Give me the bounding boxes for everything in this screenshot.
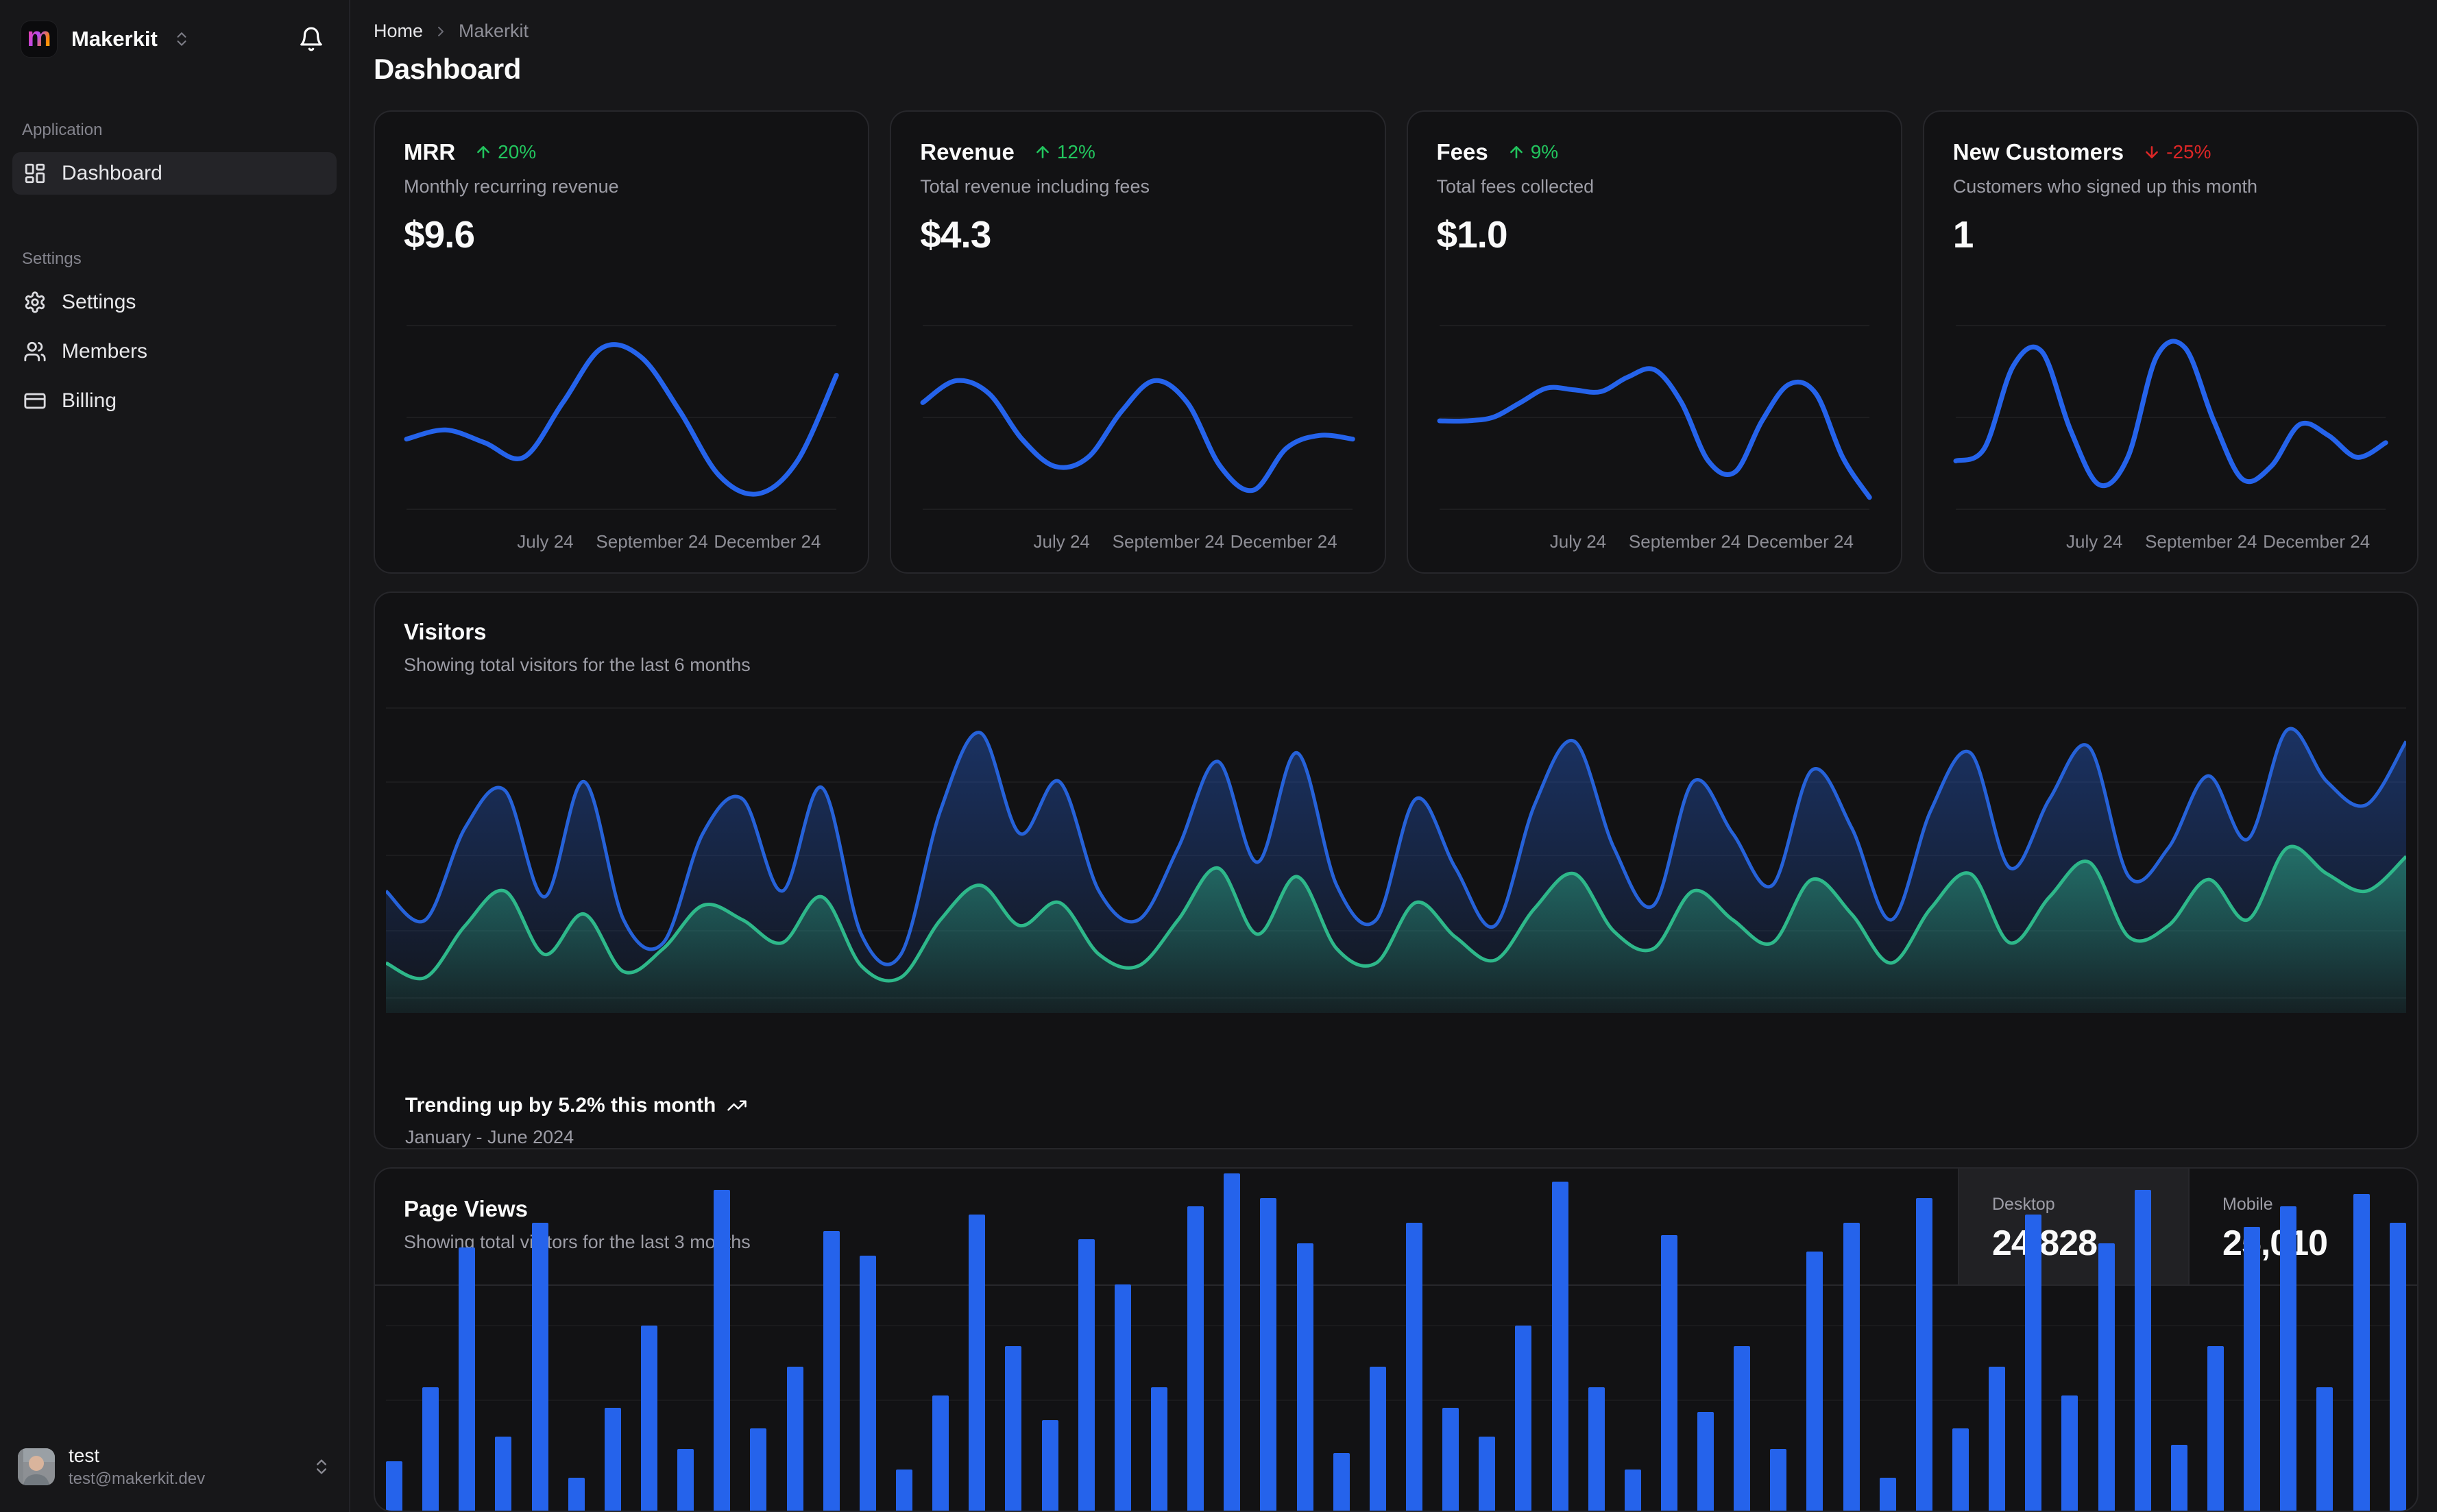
visitors-card: Visitors Showing total visitors for the … [374,592,2418,1149]
sparkline-chart: July 24 September 24 December 24 [404,280,839,554]
user-name: test [69,1445,100,1466]
makerkit-logo: m [21,21,58,58]
sidebar: m Makerkit Application Dashboard Setting… [0,0,350,1512]
breadcrumb-current: Makerkit [459,21,529,41]
visitors-trend-line: Trending up by 5.2% this month [405,1094,2387,1117]
stat-title: MRR [404,139,456,164]
page-views-subtitle: Showing total visitors for the last 3 mo… [404,1232,751,1252]
avatar [18,1448,55,1485]
stat-value: 1 [1952,213,1974,256]
stat-description: Monthly recurring revenue [404,176,619,197]
chevron-right-icon [433,23,449,40]
sidebar-item-label: Settings [62,291,136,313]
visitors-title: Visitors [404,619,487,644]
trend-badge: 12% [1034,141,1095,163]
stat-card-revenue: Revenue 12% Total revenue including fees… [890,110,1386,574]
stat-description: Total fees collected [1436,176,1595,197]
stat-title: Revenue [920,139,1015,164]
dashboard-grid-icon [25,163,45,184]
sidebar-item-settings[interactable]: Settings [12,281,337,324]
nav-section-application: Application Dashboard [12,121,337,195]
users-icon [24,341,46,362]
toggle-mobile[interactable]: Mobile 25,010 [2188,1169,2417,1284]
nav-section-settings: Settings Settings Members Billing [12,249,337,422]
sidebar-item-label: Dashboard [62,162,162,184]
stat-value: $9.6 [404,213,475,256]
sidebar-item-members[interactable]: Members [12,330,337,373]
trending-up-icon [727,1100,747,1111]
sparkline-x-axis: July 24 September 24 December 24 [2066,531,2371,552]
stat-card-mrr: MRR 20% Monthly recurring revenue $9.6 J… [374,110,870,574]
breadcrumb-home-link[interactable]: Home [374,21,423,42]
breadcrumb: Home Makerkit [374,21,2418,42]
user-menu[interactable]: test test@makerkit.dev [12,1441,337,1493]
page-views-card: Page Views Showing total visitors for th… [374,1167,2418,1512]
sparkline-x-axis: July 24 September 24 December 24 [1549,531,1854,552]
trend-badge: 20% [474,141,536,163]
stat-card-new-customers: New Customers -25% Customers who signed … [1922,110,2418,574]
section-label-application: Application [22,121,103,139]
toggle-value: 24,828 [1992,1223,2098,1263]
toggle-label: Desktop [1992,1195,2055,1214]
sidebar-item-billing[interactable]: Billing [12,380,337,422]
section-label-settings: Settings [22,249,82,268]
gear-icon [25,291,45,313]
visitors-date-range: January - June 2024 [405,1127,574,1147]
workspace-switcher[interactable]: m Makerkit [12,21,337,58]
bell-icon [300,27,322,51]
credit-card-icon [24,393,46,409]
page-views-title: Page Views [404,1196,529,1221]
arrow-up-icon [477,146,490,158]
stat-description: Customers who signed up this month [1952,176,2257,197]
user-email: test@makerkit.dev [69,1470,206,1488]
sparkline-x-axis: July 24 September 24 December 24 [517,531,821,552]
stat-description: Total revenue including fees [920,176,1150,197]
arrow-up-icon [1036,146,1049,158]
toggle-desktop[interactable]: Desktop 24,828 [1959,1169,2188,1284]
arrow-down-icon [2146,146,2159,158]
trend-badge: 9% [1507,141,1558,163]
sidebar-item-dashboard[interactable]: Dashboard [12,152,337,195]
chevrons-up-down-icon [312,1457,331,1476]
workspace-name: Makerkit [71,27,158,51]
sidebar-item-label: Members [62,340,148,363]
page-title: Dashboard [374,53,521,85]
stat-title: New Customers [1952,139,2124,164]
sparkline-chart: July 24 September 24 December 24 [1437,280,1872,554]
stat-title: Fees [1436,139,1488,164]
notifications-button[interactable] [294,22,328,56]
sparkline-chart: July 24 September 24 December 24 [1953,280,2388,554]
visitors-area-chart [375,705,2417,1013]
visitors-subtitle: Showing total visitors for the last 6 mo… [404,655,751,675]
logo-letter: m [27,22,51,52]
stat-value: $1.0 [1436,213,1508,256]
trend-badge: -25% [2143,141,2211,163]
sparkline-x-axis: July 24 September 24 December 24 [1033,531,1337,552]
chevrons-up-down-icon [173,30,191,48]
stat-cards-row: MRR 20% Monthly recurring revenue $9.6 J… [374,110,2418,574]
main-content: Home Makerkit Dashboard MRR 20% Monthly … [350,0,2437,1512]
sidebar-item-label: Billing [62,389,117,412]
stat-value: $4.3 [920,213,991,256]
stat-card-fees: Fees 9% Total fees collected $1.0 July 2… [1406,110,1902,574]
arrow-up-icon [1510,146,1523,158]
page-views-bar-chart [386,1173,2406,1511]
sparkline-chart: July 24 September 24 December 24 [920,280,1355,554]
